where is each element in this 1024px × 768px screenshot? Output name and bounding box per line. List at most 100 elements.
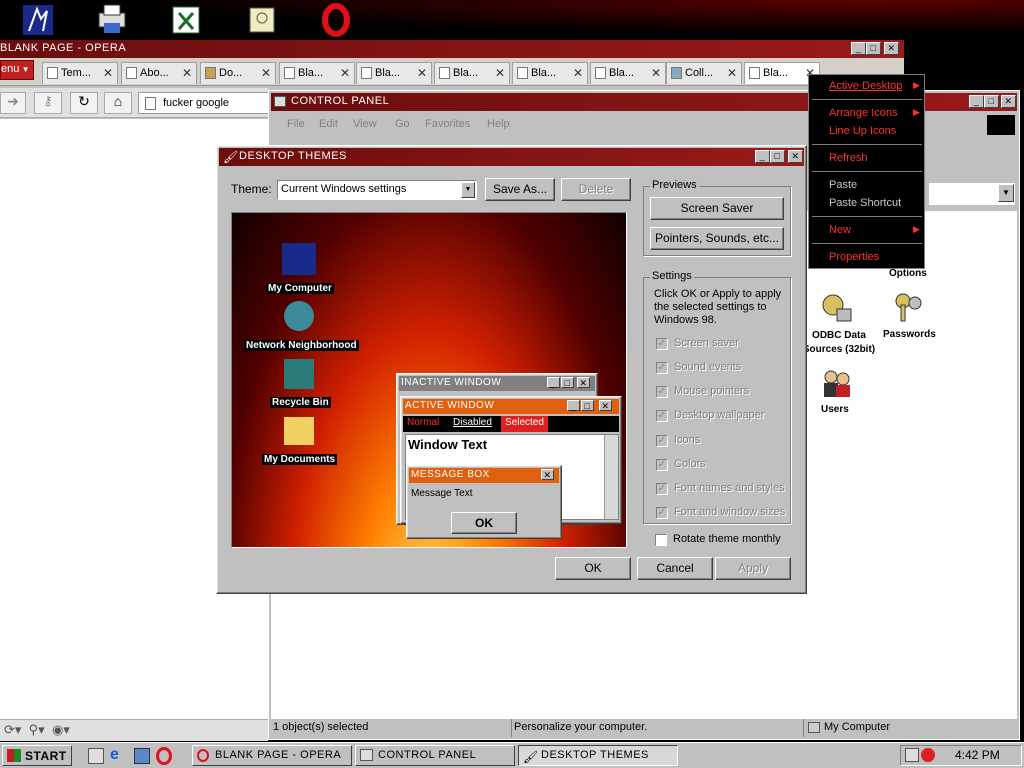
tab-8[interactable]: Bla... ✕ bbox=[590, 62, 666, 84]
pointers-sounds-button[interactable]: Pointers, Sounds, etc... bbox=[650, 227, 784, 250]
menu-paste[interactable]: Paste bbox=[829, 179, 857, 191]
opera-titlebar: BLANK PAGE - OPERA _ □ ✕ bbox=[0, 40, 904, 58]
tab-5[interactable]: Bla... ✕ bbox=[356, 62, 432, 84]
preview-msg-close: ✕ bbox=[541, 469, 554, 480]
menu-properties[interactable]: Properties bbox=[829, 251, 879, 263]
menu-separator bbox=[812, 243, 922, 244]
desktop-wallpaper-checkbox[interactable]: ✓ bbox=[656, 410, 668, 422]
quicklaunch-channels-icon[interactable] bbox=[134, 748, 150, 764]
menu-file[interactable]: File bbox=[287, 118, 305, 130]
network-icon[interactable]: ⚲▾ bbox=[29, 722, 45, 737]
cp-maximize-button[interactable]: □ bbox=[984, 95, 999, 108]
start-button[interactable]: START bbox=[2, 745, 72, 766]
opera-menu-button[interactable]: enu ▼ bbox=[0, 60, 34, 80]
options-label[interactable]: Options bbox=[889, 268, 927, 279]
theme-chevron-down-icon[interactable]: ▼ bbox=[461, 182, 475, 198]
delete-button[interactable]: Delete bbox=[561, 178, 631, 201]
menu-paste-shortcut[interactable]: Paste Shortcut bbox=[829, 197, 901, 209]
chevron-down-icon[interactable]: ▼ bbox=[998, 184, 1014, 202]
cp-address-dropdown[interactable]: ▼ bbox=[929, 183, 1015, 205]
system-tray: 4:42 PM bbox=[900, 745, 1022, 766]
my-computer-icon[interactable] bbox=[14, 0, 62, 40]
icons-checkbox[interactable]: ✓ bbox=[656, 435, 668, 447]
menu-favorites[interactable]: Favorites bbox=[425, 118, 470, 130]
opera-icon[interactable] bbox=[312, 0, 360, 40]
sync-icon[interactable]: ⟳▾ bbox=[4, 722, 25, 737]
opera-statusbar: ⟳▾ ⚲▾ ◉▾ bbox=[0, 719, 268, 741]
themes-maximize-button[interactable]: □ bbox=[770, 150, 785, 163]
menu-separator bbox=[812, 99, 922, 100]
quicklaunch-show-desktop-icon[interactable] bbox=[88, 748, 104, 764]
menu-go[interactable]: Go bbox=[395, 118, 410, 130]
task-desktop-themes[interactable]: 🖌 DESKTOP THEMES bbox=[518, 745, 678, 766]
apply-button[interactable]: Apply bbox=[715, 557, 791, 580]
mouse-pointers-checkbox[interactable]: ✓ bbox=[656, 386, 668, 398]
desktop-background[interactable] bbox=[0, 0, 1024, 40]
reload-icon[interactable]: ↻ bbox=[70, 92, 98, 114]
home-icon[interactable]: ⌂ bbox=[104, 92, 132, 114]
menu-line-up-icons[interactable]: Line Up Icons bbox=[829, 125, 896, 137]
tray-alert-icon[interactable] bbox=[921, 748, 935, 762]
task-control-panel[interactable]: CONTROL PANEL bbox=[355, 745, 515, 766]
clock[interactable]: 4:42 PM bbox=[955, 748, 1000, 762]
menu-refresh[interactable]: Refresh bbox=[829, 152, 868, 164]
minimize-button[interactable]: _ bbox=[851, 42, 866, 55]
screen-saver-checkbox[interactable]: ✓ bbox=[656, 338, 668, 350]
preview-label-my-computer: My Computer bbox=[266, 283, 334, 294]
menu-view[interactable]: View bbox=[353, 118, 377, 130]
passwords-label[interactable]: Passwords bbox=[883, 329, 936, 340]
preview-msgbox-titlebar: MESSAGE BOX ✕ bbox=[409, 468, 559, 483]
tab-3[interactable]: Do... ✕ bbox=[200, 62, 276, 84]
themes-minimize-button[interactable]: _ bbox=[755, 150, 770, 163]
menu-help[interactable]: Help bbox=[487, 118, 510, 130]
tab-7[interactable]: Bla... ✕ bbox=[512, 62, 588, 84]
users-icon[interactable] bbox=[819, 367, 859, 403]
task-opera[interactable]: BLANK PAGE - OPERA bbox=[192, 745, 352, 766]
save-as-button[interactable]: Save As... bbox=[485, 178, 555, 201]
cp-close-button[interactable]: ✕ bbox=[1001, 95, 1016, 108]
odbc-icon[interactable] bbox=[819, 291, 859, 327]
tab-9[interactable]: Coll... ✕ bbox=[666, 62, 742, 84]
address-text: fucker google bbox=[163, 97, 230, 109]
view-icon[interactable]: ◉▾ bbox=[52, 722, 70, 737]
excel-icon[interactable] bbox=[162, 0, 210, 40]
document-shortcut-icon[interactable] bbox=[238, 0, 286, 40]
users-label[interactable]: Users bbox=[821, 404, 849, 415]
key-icon[interactable]: ⚷ bbox=[34, 92, 62, 114]
address-field[interactable]: fucker google bbox=[138, 92, 278, 114]
tab-6[interactable]: Bla... ✕ bbox=[434, 62, 510, 84]
menu-active-desktop[interactable]: Active Desktop bbox=[829, 80, 902, 92]
passwords-icon[interactable] bbox=[891, 291, 931, 327]
opera-menu-label: enu bbox=[1, 63, 20, 75]
menu-edit[interactable]: Edit bbox=[319, 118, 338, 130]
themes-task-icon: 🖌 bbox=[523, 750, 539, 764]
menu-arrange-icons[interactable]: Arrange Icons bbox=[829, 107, 897, 119]
theme-dropdown[interactable]: Current Windows settings ▼ bbox=[277, 180, 477, 200]
printer-shortcut-icon[interactable] bbox=[88, 0, 136, 40]
preview-my-computer-icon bbox=[282, 243, 316, 275]
menu-new[interactable]: New bbox=[829, 224, 851, 236]
rotate-label: Rotate theme monthly bbox=[673, 533, 781, 545]
tab-1[interactable]: Tem... ✕ bbox=[42, 62, 118, 84]
maximize-button[interactable]: □ bbox=[866, 42, 881, 55]
tab-4[interactable]: Bla... ✕ bbox=[279, 62, 355, 84]
tray-monitor-icon[interactable] bbox=[905, 748, 919, 762]
ok-button[interactable]: OK bbox=[555, 557, 631, 580]
font-names-checkbox[interactable]: ✓ bbox=[656, 483, 668, 495]
odbc-label[interactable]: ODBC Data Sources (32bit) bbox=[799, 329, 879, 357]
cancel-button[interactable]: Cancel bbox=[637, 557, 713, 580]
close-button[interactable]: ✕ bbox=[884, 42, 899, 55]
rotate-checkbox[interactable] bbox=[655, 534, 667, 546]
themes-close-button[interactable]: ✕ bbox=[788, 150, 803, 163]
tab-2[interactable]: Abo... ✕ bbox=[121, 62, 197, 84]
cp-minimize-button[interactable]: _ bbox=[969, 95, 984, 108]
quicklaunch-opera-icon[interactable] bbox=[156, 747, 172, 765]
sound-events-checkbox[interactable]: ✓ bbox=[656, 362, 668, 374]
forward-button[interactable]: ➜ bbox=[0, 92, 26, 114]
theme-label: Theme: bbox=[231, 182, 272, 196]
screen-saver-button[interactable]: Screen Saver bbox=[650, 197, 784, 220]
preview-close: ✕ bbox=[577, 377, 590, 388]
font-sizes-checkbox[interactable]: ✓ bbox=[656, 507, 668, 519]
colors-checkbox[interactable]: ✓ bbox=[656, 459, 668, 471]
quicklaunch-ie-icon[interactable]: e bbox=[110, 747, 128, 765]
